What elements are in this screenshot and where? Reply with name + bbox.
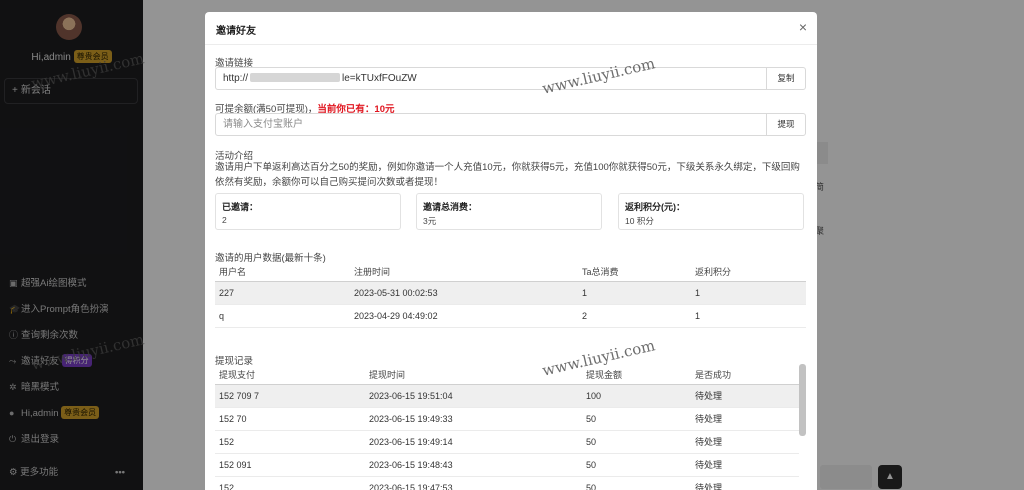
column-header: 提现支付 xyxy=(215,366,365,385)
table-cell: 待处理 xyxy=(691,476,799,490)
withdraw-records-title: 提现记录 xyxy=(215,356,254,367)
table-cell: 50 xyxy=(582,453,691,477)
invite-link-prefix: http:// xyxy=(223,73,249,84)
table-cell: 2023-06-15 19:48:43 xyxy=(365,453,582,477)
stat-title: 返利积分(元)： xyxy=(625,202,685,212)
stat-value: 2 xyxy=(222,215,227,225)
stat-title: 已邀请： xyxy=(222,202,259,212)
withdraw-records-table: 提现支付 提现时间 提现金额 是否成功 152 709 7 2023-06-15… xyxy=(215,366,799,490)
column-header: 返利积分 xyxy=(691,263,806,282)
table-cell: 1 xyxy=(691,281,806,305)
table-cell: 152 709 7 xyxy=(215,384,365,408)
table-cell: 152 091 xyxy=(215,453,365,477)
table-cell: 100 xyxy=(582,384,691,408)
table-row: 152 2023-06-15 19:49:14 50 待处理 xyxy=(215,430,799,454)
table-cell: 待处理 xyxy=(691,407,799,431)
close-icon[interactable]: × xyxy=(799,19,807,35)
table-row: q 2023-04-29 04:49:02 2 1 xyxy=(215,304,806,328)
table-cell: 50 xyxy=(582,430,691,454)
table-cell: 50 xyxy=(582,476,691,490)
table-cell: 2023-06-15 19:49:33 xyxy=(365,407,582,431)
table-cell: 152 xyxy=(215,430,365,454)
column-header: 提现金额 xyxy=(582,366,691,385)
table-cell: 152 xyxy=(215,476,365,490)
table-cell: 2023-04-29 04:49:02 xyxy=(350,304,578,328)
redacted-blur xyxy=(250,73,341,82)
invite-link-suffix: le=kTUxfFOuZW xyxy=(342,73,417,84)
table-cell: 2023-06-15 19:49:14 xyxy=(365,430,582,454)
table-cell: 1 xyxy=(691,304,806,328)
table-cell: 50 xyxy=(582,407,691,431)
stat-value: 3元 xyxy=(423,216,437,226)
table-header-row: 提现支付 提现时间 提现金额 是否成功 xyxy=(215,366,799,385)
table-row: 152 2023-06-15 19:47:53 50 待处理 xyxy=(215,476,799,490)
stat-rebate-points: 返利积分(元)： 10 积分 xyxy=(618,193,804,230)
table-cell: q xyxy=(215,304,350,328)
modal-header: 邀请好友 × xyxy=(205,12,817,45)
table-row: 152 70 2023-06-15 19:49:33 50 待处理 xyxy=(215,407,799,431)
table-cell: 2023-06-15 19:51:04 xyxy=(365,384,582,408)
invite-friends-modal: 邀请好友 × 邀请链接 http://le=kTUxfFOuZW 复制 可提余额… xyxy=(205,12,817,490)
column-header: 用户名 xyxy=(215,263,350,282)
stat-title: 邀请总消费： xyxy=(423,202,478,212)
table-cell: 2023-06-15 19:47:53 xyxy=(365,476,582,490)
stat-total-spend: 邀请总消费： 3元 xyxy=(416,193,602,230)
table-cell: 152 70 xyxy=(215,407,365,431)
invite-link-field[interactable]: http:// le=kTUxfFOuZW xyxy=(215,67,767,90)
table-cell: 待处理 xyxy=(691,430,799,454)
stat-value: 10 积分 xyxy=(625,216,654,226)
table-cell: 待处理 xyxy=(691,384,799,408)
table-header-row: 用户名 注册时间 Ta总消费 返利积分 xyxy=(215,263,806,282)
invited-users-title: 邀请的用户数据(最新十条) xyxy=(215,253,326,264)
table-cell: 2 xyxy=(578,304,691,328)
alipay-account-input[interactable]: 请输入支付宝账户 xyxy=(215,113,767,136)
column-header: 注册时间 xyxy=(350,263,578,282)
table-row: 152 709 7 2023-06-15 19:51:04 100 待处理 xyxy=(215,384,799,408)
column-header: 是否成功 xyxy=(691,366,799,385)
copy-button[interactable]: 复制 xyxy=(766,67,806,90)
stat-invited: 已邀请： 2 xyxy=(215,193,401,230)
table-cell: 待处理 xyxy=(691,453,799,477)
table-row: 152 091 2023-06-15 19:48:43 50 待处理 xyxy=(215,453,799,477)
table-row: 227 2023-05-31 00:02:53 1 1 xyxy=(215,281,806,305)
column-header: Ta总消费 xyxy=(578,263,691,282)
table-cell: 227 xyxy=(215,281,350,305)
table-scrollbar[interactable] xyxy=(799,364,806,436)
table-cell: 2023-05-31 00:02:53 xyxy=(350,281,578,305)
intro-text: 邀请用户下单返利高达百分之50的奖励，例如你邀请一个人充值10元，你就获得5元，… xyxy=(215,162,800,188)
table-cell: 1 xyxy=(578,281,691,305)
modal-title: 邀请好友 xyxy=(216,26,256,37)
invited-users-table: 用户名 注册时间 Ta总消费 返利积分 227 2023-05-31 00:02… xyxy=(215,263,806,328)
withdraw-button[interactable]: 提现 xyxy=(766,113,806,136)
